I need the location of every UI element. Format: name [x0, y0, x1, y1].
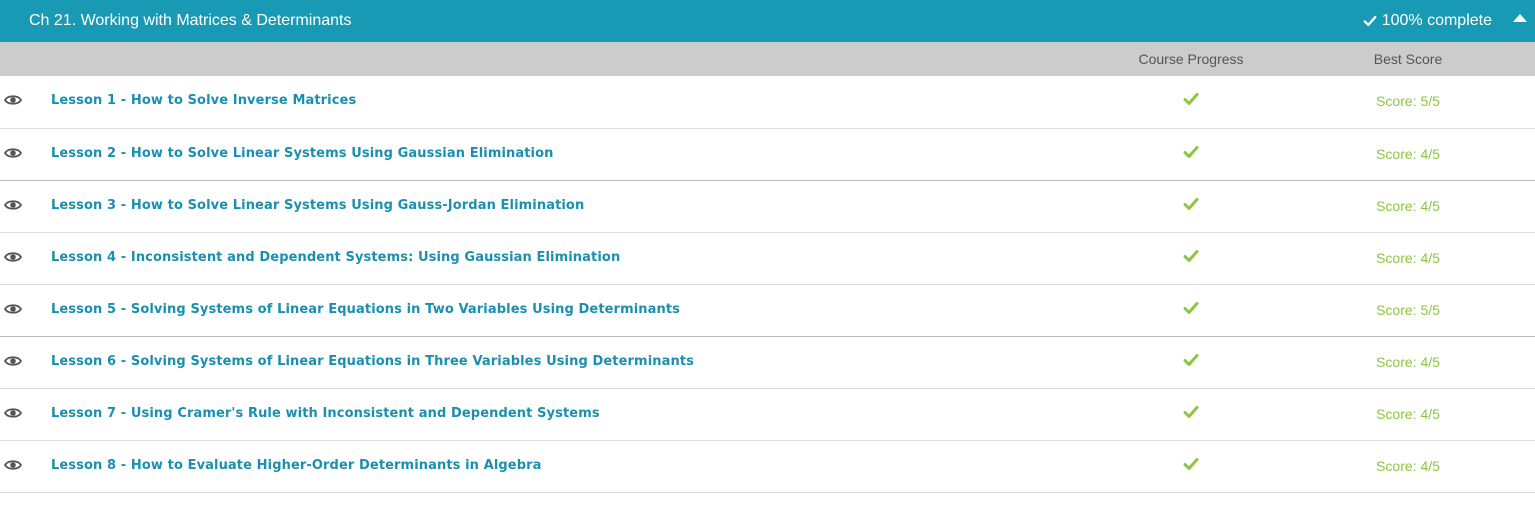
course-progress-header: Course Progress [1138, 51, 1244, 67]
best-score: Score: 4/5 [1376, 458, 1440, 474]
lesson-row: Lesson 8 - How to Evaluate Higher-Order … [0, 441, 1535, 493]
best-score: Score: 4/5 [1376, 146, 1440, 162]
check-icon [1183, 457, 1199, 470]
caret-up-icon[interactable] [1513, 14, 1527, 22]
best-score: Score: 4/5 [1376, 406, 1440, 422]
lesson-row: Lesson 7 - Using Cramer's Rule with Inco… [0, 389, 1535, 441]
column-header-row: Course Progress Best Score [0, 42, 1535, 76]
best-score: Score: 4/5 [1376, 198, 1440, 214]
check-icon [1363, 15, 1377, 27]
check-icon [1183, 93, 1199, 105]
eye-icon[interactable] [4, 355, 22, 367]
eye-icon[interactable] [4, 199, 22, 211]
lesson-link[interactable]: Lesson 2 - How to Solve Linear Systems U… [51, 129, 554, 179]
eye-icon[interactable] [4, 459, 22, 471]
lesson-link[interactable]: Lesson 1 - How to Solve Inverse Matrices [51, 76, 356, 126]
check-icon [1183, 197, 1199, 210]
lesson-row: Lesson 6 - Solving Systems of Linear Equ… [0, 337, 1535, 389]
best-score-header: Best Score [1373, 51, 1443, 67]
completion-status: 100% complete [1363, 0, 1492, 42]
best-score: Score: 5/5 [1376, 93, 1440, 109]
check-icon [1183, 249, 1199, 262]
lesson-link[interactable]: Lesson 3 - How to Solve Linear Systems U… [51, 181, 584, 231]
check-icon [1183, 145, 1199, 158]
eye-icon[interactable] [4, 303, 22, 315]
lesson-link[interactable]: Lesson 8 - How to Evaluate Higher-Order … [51, 441, 542, 491]
lesson-row: Lesson 1 - How to Solve Inverse Matrices… [0, 76, 1535, 129]
lesson-link[interactable]: Lesson 5 - Solving Systems of Linear Equ… [51, 285, 680, 335]
lesson-link[interactable]: Lesson 6 - Solving Systems of Linear Equ… [51, 337, 694, 387]
best-score: Score: 4/5 [1376, 354, 1440, 370]
lesson-row: Lesson 5 - Solving Systems of Linear Equ… [0, 285, 1535, 337]
lesson-link[interactable]: Lesson 7 - Using Cramer's Rule with Inco… [51, 389, 600, 439]
lesson-row: Lesson 2 - How to Solve Linear Systems U… [0, 129, 1535, 181]
collapse-toggle[interactable] [1505, 0, 1535, 42]
eye-icon[interactable] [4, 407, 22, 419]
completion-label: 100% complete [1381, 12, 1492, 29]
lesson-row: Lesson 4 - Inconsistent and Dependent Sy… [0, 233, 1535, 285]
eye-icon[interactable] [4, 147, 22, 159]
eye-icon[interactable] [4, 251, 22, 263]
lesson-link[interactable]: Lesson 4 - Inconsistent and Dependent Sy… [51, 233, 620, 283]
lesson-list: Lesson 1 - How to Solve Inverse Matrices… [0, 76, 1535, 493]
check-icon [1183, 301, 1199, 314]
chapter-title[interactable]: Ch 21. Working with Matrices & Determina… [29, 0, 351, 42]
best-score: Score: 5/5 [1376, 302, 1440, 318]
eye-icon[interactable] [4, 94, 22, 106]
check-icon [1183, 405, 1199, 418]
lesson-row: Lesson 3 - How to Solve Linear Systems U… [0, 181, 1535, 233]
chapter-header[interactable]: Ch 21. Working with Matrices & Determina… [0, 0, 1535, 42]
check-icon [1183, 353, 1199, 366]
best-score: Score: 4/5 [1376, 250, 1440, 266]
